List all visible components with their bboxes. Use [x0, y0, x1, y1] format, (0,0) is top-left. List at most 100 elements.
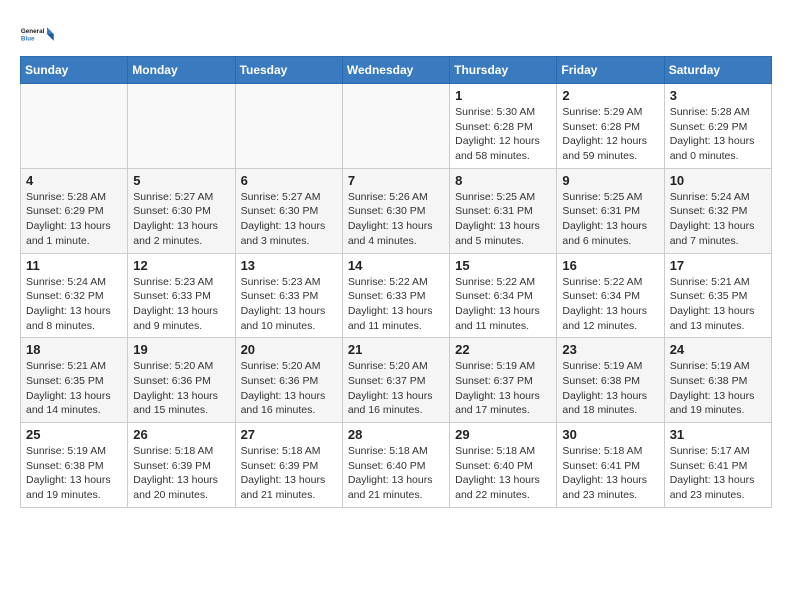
day-number: 9 [562, 173, 658, 188]
calendar-cell: 21 Sunrise: 5:20 AMSunset: 6:37 PMDayligh… [342, 338, 449, 423]
day-number: 5 [133, 173, 229, 188]
calendar-week-2: 4 Sunrise: 5:28 AMSunset: 6:29 PMDaylight… [21, 168, 772, 253]
day-number: 12 [133, 258, 229, 273]
calendar-cell: 3 Sunrise: 5:28 AMSunset: 6:29 PMDaylight… [664, 84, 771, 169]
col-header-sunday: Sunday [21, 57, 128, 84]
col-header-wednesday: Wednesday [342, 57, 449, 84]
calendar-cell: 5 Sunrise: 5:27 AMSunset: 6:30 PMDaylight… [128, 168, 235, 253]
day-info: Sunrise: 5:27 AMSunset: 6:30 PMDaylight:… [133, 190, 229, 249]
day-number: 14 [348, 258, 444, 273]
col-header-friday: Friday [557, 57, 664, 84]
calendar-cell: 13 Sunrise: 5:23 AMSunset: 6:33 PMDayligh… [235, 253, 342, 338]
calendar-cell: 18 Sunrise: 5:21 AMSunset: 6:35 PMDayligh… [21, 338, 128, 423]
calendar-cell: 1 Sunrise: 5:30 AMSunset: 6:28 PMDaylight… [450, 84, 557, 169]
day-number: 15 [455, 258, 551, 273]
calendar-cell: 14 Sunrise: 5:22 AMSunset: 6:33 PMDayligh… [342, 253, 449, 338]
calendar-cell [21, 84, 128, 169]
day-info: Sunrise: 5:24 AMSunset: 6:32 PMDaylight:… [670, 190, 766, 249]
col-header-saturday: Saturday [664, 57, 771, 84]
calendar-cell: 6 Sunrise: 5:27 AMSunset: 6:30 PMDaylight… [235, 168, 342, 253]
day-number: 18 [26, 342, 122, 357]
col-header-tuesday: Tuesday [235, 57, 342, 84]
day-info: Sunrise: 5:25 AMSunset: 6:31 PMDaylight:… [562, 190, 658, 249]
calendar-cell [342, 84, 449, 169]
day-number: 1 [455, 88, 551, 103]
day-number: 4 [26, 173, 122, 188]
day-info: Sunrise: 5:22 AMSunset: 6:34 PMDaylight:… [455, 275, 551, 334]
calendar-cell: 10 Sunrise: 5:24 AMSunset: 6:32 PMDayligh… [664, 168, 771, 253]
day-number: 24 [670, 342, 766, 357]
day-number: 11 [26, 258, 122, 273]
day-info: Sunrise: 5:18 AMSunset: 6:39 PMDaylight:… [133, 444, 229, 503]
day-number: 25 [26, 427, 122, 442]
calendar-cell: 28Sunrise: 5:18 AMSunset: 6:40 PMDayligh… [342, 423, 449, 508]
calendar-cell: 30Sunrise: 5:18 AMSunset: 6:41 PMDayligh… [557, 423, 664, 508]
day-number: 31 [670, 427, 766, 442]
calendar-table: SundayMondayTuesdayWednesdayThursdayFrid… [20, 56, 772, 508]
day-number: 27 [241, 427, 337, 442]
day-info: Sunrise: 5:23 AMSunset: 6:33 PMDaylight:… [133, 275, 229, 334]
day-info: Sunrise: 5:19 AMSunset: 6:38 PMDaylight:… [26, 444, 122, 503]
day-info: Sunrise: 5:30 AMSunset: 6:28 PMDaylight:… [455, 105, 551, 164]
day-number: 10 [670, 173, 766, 188]
day-info: Sunrise: 5:22 AMSunset: 6:34 PMDaylight:… [562, 275, 658, 334]
day-info: Sunrise: 5:28 AMSunset: 6:29 PMDaylight:… [26, 190, 122, 249]
day-number: 17 [670, 258, 766, 273]
day-number: 8 [455, 173, 551, 188]
calendar-cell: 27 Sunrise: 5:18 AMSunset: 6:39 PMDayligh… [235, 423, 342, 508]
day-info: Sunrise: 5:23 AMSunset: 6:33 PMDaylight:… [241, 275, 337, 334]
calendar-cell: 2 Sunrise: 5:29 AMSunset: 6:28 PMDaylight… [557, 84, 664, 169]
calendar-week-5: 25 Sunrise: 5:19 AMSunset: 6:38 PMDayligh… [21, 423, 772, 508]
day-info: Sunrise: 5:21 AMSunset: 6:35 PMDaylight:… [26, 359, 122, 418]
day-number: 23 [562, 342, 658, 357]
day-info: Sunrise: 5:28 AMSunset: 6:29 PMDaylight:… [670, 105, 766, 164]
day-info: Sunrise: 5:19 AMSunset: 6:37 PMDaylight:… [455, 359, 551, 418]
day-info: Sunrise: 5:24 AMSunset: 6:32 PMDaylight:… [26, 275, 122, 334]
svg-text:General: General [21, 28, 45, 35]
day-number: 6 [241, 173, 337, 188]
calendar-cell [235, 84, 342, 169]
calendar-cell: 4 Sunrise: 5:28 AMSunset: 6:29 PMDaylight… [21, 168, 128, 253]
day-number: 2 [562, 88, 658, 103]
day-number: 26 [133, 427, 229, 442]
day-info: Sunrise: 5:29 AMSunset: 6:28 PMDaylight:… [562, 105, 658, 164]
col-header-monday: Monday [128, 57, 235, 84]
calendar-cell: 8 Sunrise: 5:25 AMSunset: 6:31 PMDaylight… [450, 168, 557, 253]
day-info: Sunrise: 5:27 AMSunset: 6:30 PMDaylight:… [241, 190, 337, 249]
calendar-cell: 31 Sunrise: 5:17 AMSunset: 6:41 PMDayligh… [664, 423, 771, 508]
day-number: 16 [562, 258, 658, 273]
calendar-cell: 16 Sunrise: 5:22 AMSunset: 6:34 PMDayligh… [557, 253, 664, 338]
calendar-cell: 20Sunrise: 5:20 AMSunset: 6:36 PMDayligh… [235, 338, 342, 423]
calendar-week-3: 11 Sunrise: 5:24 AMSunset: 6:32 PMDayligh… [21, 253, 772, 338]
calendar-cell: 23Sunrise: 5:19 AMSunset: 6:38 PMDayligh… [557, 338, 664, 423]
calendar-week-1: 1 Sunrise: 5:30 AMSunset: 6:28 PMDaylight… [21, 84, 772, 169]
day-number: 7 [348, 173, 444, 188]
day-number: 20 [241, 342, 337, 357]
day-info: Sunrise: 5:22 AMSunset: 6:33 PMDaylight:… [348, 275, 444, 334]
day-number: 19 [133, 342, 229, 357]
logo-icon: GeneralBlue [20, 16, 56, 52]
day-info: Sunrise: 5:18 AMSunset: 6:41 PMDaylight:… [562, 444, 658, 503]
day-info: Sunrise: 5:26 AMSunset: 6:30 PMDaylight:… [348, 190, 444, 249]
calendar-cell: 19 Sunrise: 5:20 AMSunset: 6:36 PMDayligh… [128, 338, 235, 423]
day-number: 3 [670, 88, 766, 103]
day-info: Sunrise: 5:25 AMSunset: 6:31 PMDaylight:… [455, 190, 551, 249]
header-row: SundayMondayTuesdayWednesdayThursdayFrid… [21, 57, 772, 84]
col-header-thursday: Thursday [450, 57, 557, 84]
day-number: 21 [348, 342, 444, 357]
day-info: Sunrise: 5:18 AMSunset: 6:40 PMDaylight:… [455, 444, 551, 503]
day-info: Sunrise: 5:17 AMSunset: 6:41 PMDaylight:… [670, 444, 766, 503]
logo: GeneralBlue [20, 16, 56, 52]
calendar-cell: 25 Sunrise: 5:19 AMSunset: 6:38 PMDayligh… [21, 423, 128, 508]
calendar-cell: 15 Sunrise: 5:22 AMSunset: 6:34 PMDayligh… [450, 253, 557, 338]
day-number: 13 [241, 258, 337, 273]
calendar-cell: 24Sunrise: 5:19 AMSunset: 6:38 PMDayligh… [664, 338, 771, 423]
day-number: 22 [455, 342, 551, 357]
day-info: Sunrise: 5:20 AMSunset: 6:36 PMDaylight:… [133, 359, 229, 418]
day-info: Sunrise: 5:18 AMSunset: 6:39 PMDaylight:… [241, 444, 337, 503]
calendar-cell: 17Sunrise: 5:21 AMSunset: 6:35 PMDayligh… [664, 253, 771, 338]
calendar-cell: 12 Sunrise: 5:23 AMSunset: 6:33 PMDayligh… [128, 253, 235, 338]
day-info: Sunrise: 5:20 AMSunset: 6:37 PMDaylight:… [348, 359, 444, 418]
calendar-cell: 9 Sunrise: 5:25 AMSunset: 6:31 PMDaylight… [557, 168, 664, 253]
calendar-week-4: 18 Sunrise: 5:21 AMSunset: 6:35 PMDayligh… [21, 338, 772, 423]
